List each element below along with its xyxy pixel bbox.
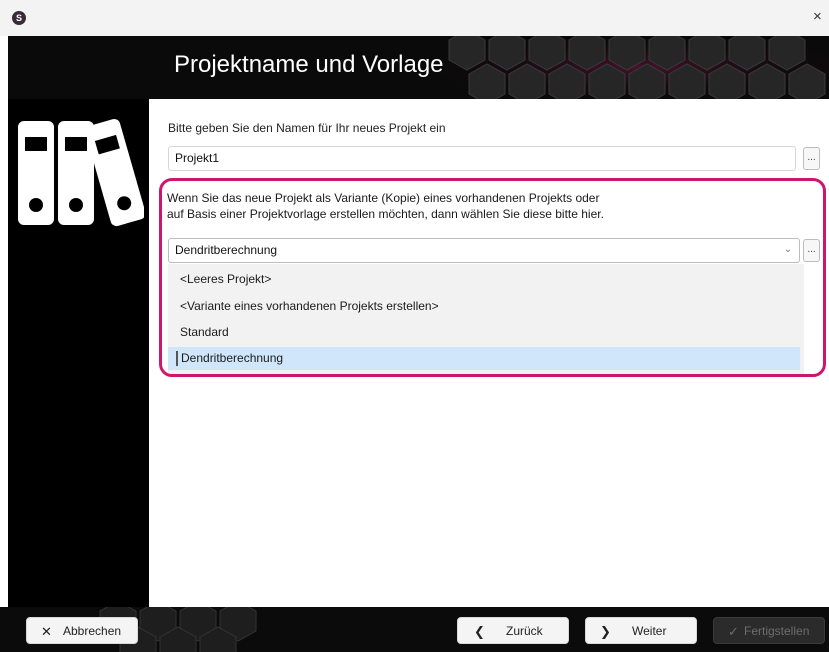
template-combobox[interactable]: Dendritberechnung ⌄ xyxy=(168,238,800,263)
template-description-line2: auf Basis einer Projektvorlage erstellen… xyxy=(167,207,604,221)
wizard-header: Projektname und Vorlage xyxy=(8,36,829,99)
next-button-label: Weiter xyxy=(632,624,667,638)
next-button[interactable]: ❯ Weiter xyxy=(585,617,697,644)
title-bar: S × xyxy=(0,0,829,36)
back-button-label: Zurück xyxy=(506,624,543,638)
finish-button-label: Fertigstellen xyxy=(744,624,810,638)
template-option-dendrit-label: Dendritberechnung xyxy=(181,351,284,365)
template-description-line1: Wenn Sie das neue Projekt als Variante (… xyxy=(167,191,600,205)
app-logo-icon: S xyxy=(12,11,26,25)
template-option-dendrit[interactable]: Dendritberechnung xyxy=(168,347,800,370)
sidebar xyxy=(8,99,149,607)
binders-icon xyxy=(18,119,144,227)
template-option-standard[interactable]: Standard xyxy=(168,321,800,344)
check-icon: ✓ xyxy=(728,624,739,639)
text-caret xyxy=(176,351,178,366)
finish-button: ✓ Fertigstellen xyxy=(713,617,825,644)
page-title: Projektname und Vorlage xyxy=(174,51,444,78)
hexagon-pattern xyxy=(409,36,829,99)
cancel-button-label: Abbrechen xyxy=(63,624,122,638)
chevron-down-icon[interactable]: ⌄ xyxy=(781,241,795,259)
chevron-left-icon: ❮ xyxy=(474,624,485,639)
template-description: Wenn Sie das neue Projekt als Variante (… xyxy=(167,190,604,222)
app-icon-letter: S xyxy=(15,13,22,23)
project-name-label: Bitte geben Sie den Namen für Ihr neues … xyxy=(168,121,446,135)
project-browse-button[interactable]: ... xyxy=(803,147,820,170)
close-icon[interactable]: × xyxy=(813,2,829,32)
back-button[interactable]: ❮ Zurück xyxy=(457,617,569,644)
chevron-right-icon: ❯ xyxy=(600,624,611,639)
cancel-button[interactable]: ✕ Abbrechen xyxy=(26,617,138,644)
project-name-input[interactable]: Projekt1 xyxy=(168,146,796,171)
template-combobox-value: Dendritberechnung xyxy=(175,243,278,257)
template-option-empty[interactable]: <Leeres Projekt> xyxy=(168,268,800,291)
x-icon: ✕ xyxy=(41,624,52,639)
template-dropdown-list: <Leeres Projekt> <Variante eines vorhand… xyxy=(168,264,804,374)
template-option-variant[interactable]: <Variante eines vorhandenen Projekts ers… xyxy=(168,295,800,318)
template-browse-button[interactable]: ... xyxy=(803,239,820,262)
